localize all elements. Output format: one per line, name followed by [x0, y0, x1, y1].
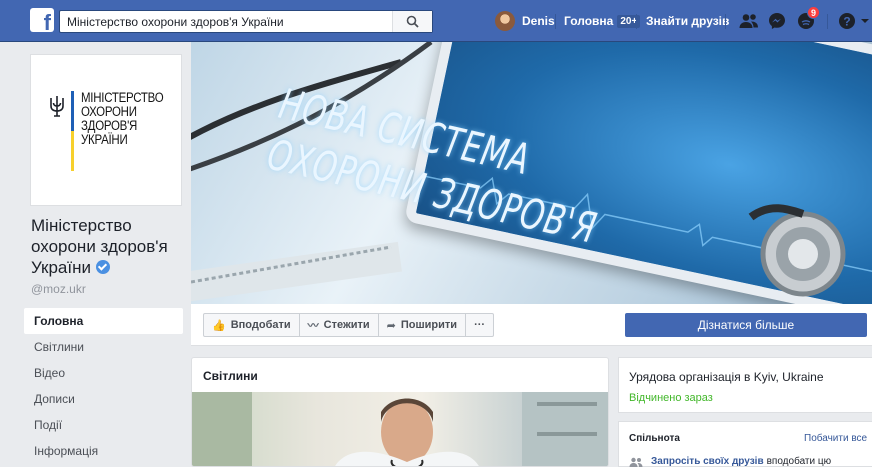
- nav-item-about[interactable]: Інформація: [24, 438, 183, 464]
- stethoscope-chestpiece-icon: [748, 204, 846, 297]
- nav-item-home[interactable]: Головна: [24, 308, 183, 334]
- invite-friends-row: Запросіть своїх друзів вподобати цю: [629, 456, 831, 467]
- more-button[interactable]: ···: [466, 314, 493, 336]
- nav-divider: [636, 14, 637, 29]
- logo-divider-bar: [71, 91, 74, 171]
- learn-more-button[interactable]: Дізнатися більше: [625, 313, 867, 337]
- photos-card: Світлини: [191, 357, 609, 467]
- rss-icon: 〰: [307, 320, 319, 332]
- photos-title[interactable]: Світлини: [203, 369, 258, 383]
- avatar: [495, 11, 515, 31]
- share-arrow-icon: ➦: [386, 319, 396, 332]
- search-icon: [406, 15, 419, 28]
- friends-icon: [629, 457, 643, 467]
- trident-icon: [50, 96, 64, 117]
- facebook-logo-icon[interactable]: f: [30, 8, 54, 34]
- community-title: Спільнота: [629, 433, 680, 444]
- top-navigation-bar: f Denis Головна 20+ Знайти друзів 9 ?: [0, 0, 872, 42]
- see-all-link[interactable]: Побачити все: [804, 433, 867, 444]
- nav-divider: [555, 14, 556, 29]
- home-label: Головна: [564, 14, 614, 28]
- page-actions-group: 👍 Вподобати 〰 Стежити ➦ Поширити ···: [203, 313, 495, 337]
- open-status: Відчинено зараз: [629, 392, 713, 404]
- profile-link[interactable]: Denis: [495, 11, 555, 31]
- nav-item-posts[interactable]: Дописи: [24, 386, 183, 412]
- invite-friends-link[interactable]: Запросіть своїх друзів: [651, 456, 764, 467]
- community-card: Спільнота Побачити все Запросіть своїх д…: [618, 421, 872, 467]
- messenger-icon[interactable]: [766, 11, 788, 31]
- invite-text: вподобати цю: [766, 456, 832, 467]
- profile-picture[interactable]: Міністерство охорони здоров'я України: [30, 54, 182, 206]
- cover-photo[interactable]: НОВА СИСТЕМА ОХОРОНИ ЗДОРОВ'Я: [191, 42, 872, 304]
- find-friends-link[interactable]: Знайти друзів: [646, 11, 729, 31]
- ministry-logo: Міністерство охорони здоров'я України: [49, 91, 169, 171]
- photo-thumbnail[interactable]: [192, 392, 608, 466]
- help-icon[interactable]: ?: [836, 11, 858, 31]
- nav-item-videos[interactable]: Відео: [24, 360, 183, 386]
- find-friends-label: Знайти друзів: [646, 14, 730, 28]
- nav-divider: [827, 14, 828, 29]
- page-navigation: Головна Світлини Відео Дописи Події Інфо…: [24, 308, 183, 464]
- share-button[interactable]: ➦ Поширити: [379, 314, 467, 336]
- home-link[interactable]: Головна 20+: [564, 11, 641, 31]
- organization-type[interactable]: Урядова організація в Kyiv, Ukraine: [629, 370, 824, 384]
- nav-item-photos[interactable]: Світлини: [24, 334, 183, 360]
- page-info-card: Урядова організація в Kyiv, Ukraine Відч…: [618, 357, 872, 413]
- like-button[interactable]: 👍 Вподобати: [204, 314, 300, 336]
- account-menu-arrow-icon[interactable]: [858, 11, 872, 31]
- follow-button[interactable]: 〰 Стежити: [300, 314, 379, 336]
- notifications-badge: 9: [807, 6, 820, 19]
- nav-item-events[interactable]: Події: [24, 412, 183, 438]
- search-button[interactable]: [392, 11, 432, 32]
- page-handle[interactable]: @moz.ukr: [31, 282, 86, 296]
- search-box: [59, 10, 433, 33]
- notifications-icon[interactable]: 9: [795, 6, 820, 31]
- verified-badge-icon: [95, 260, 110, 274]
- friend-requests-icon[interactable]: [738, 11, 760, 31]
- thumbs-up-icon: 👍: [212, 319, 226, 332]
- user-name: Denis: [522, 14, 555, 28]
- nav-divider: [725, 14, 726, 29]
- logo-text: Міністерство охорони здоров'я України: [81, 90, 164, 147]
- search-input[interactable]: [60, 11, 390, 32]
- page-name[interactable]: Міністерство охорони здоров'я України: [31, 215, 181, 278]
- page-action-bar: 👍 Вподобати 〰 Стежити ➦ Поширити ··· Дізнат…: [191, 304, 872, 346]
- svg-text:?: ?: [843, 15, 850, 29]
